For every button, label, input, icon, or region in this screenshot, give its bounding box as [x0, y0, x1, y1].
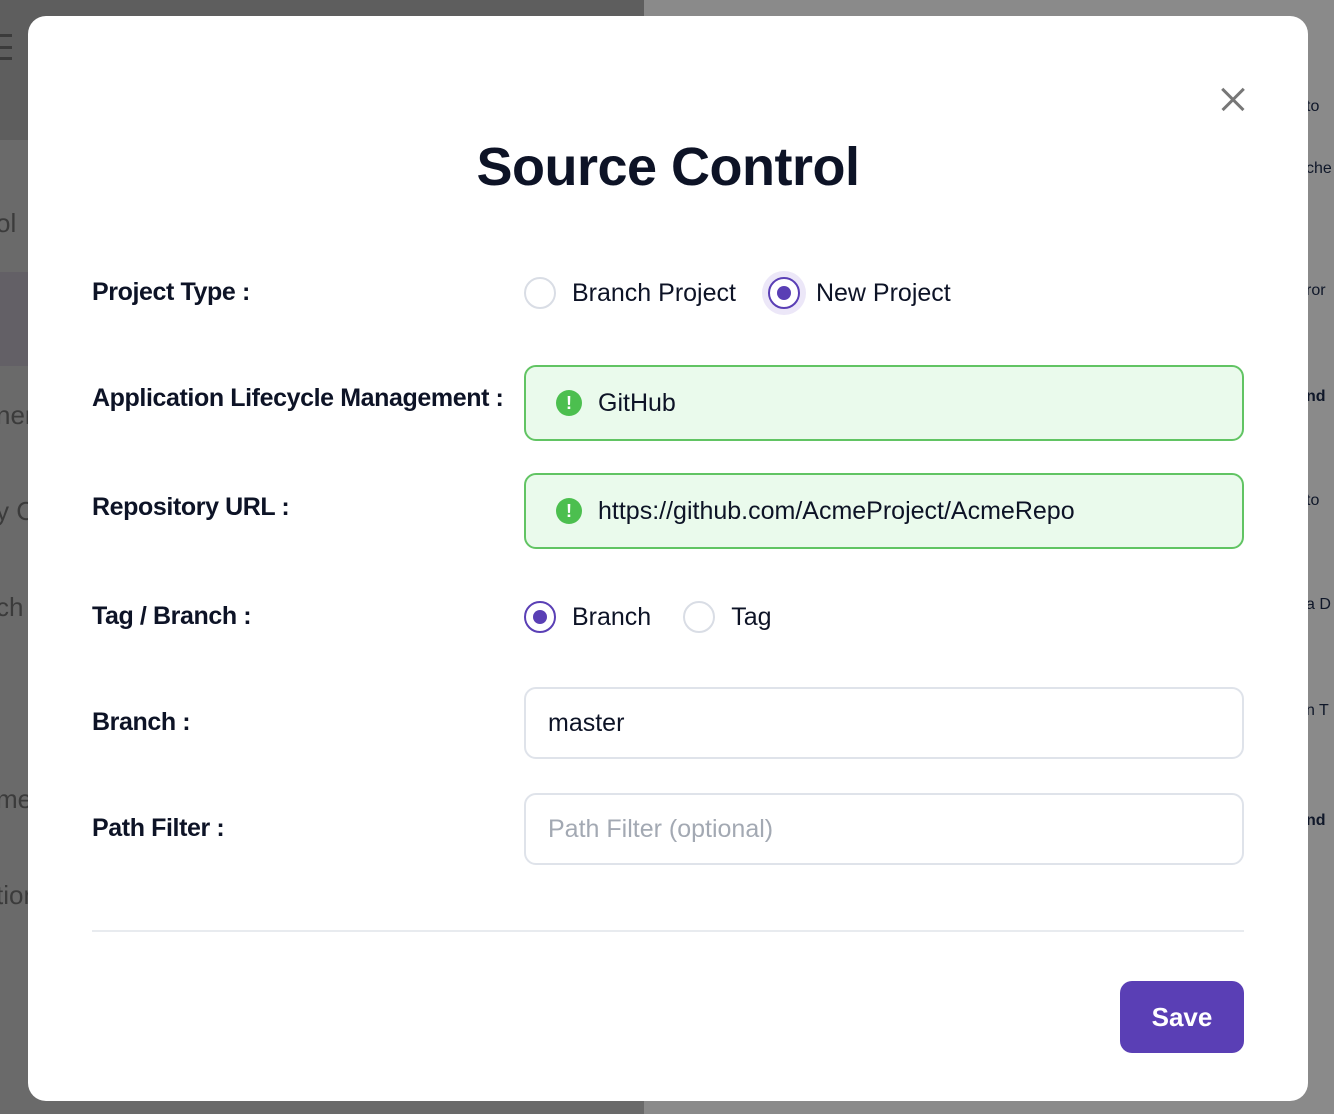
path-filter-field[interactable] [524, 793, 1244, 865]
alm-value: GitHub [598, 388, 676, 417]
background-text: ror [1306, 282, 1326, 299]
tag-branch-radio-group: Branch Tag [524, 601, 804, 633]
radio-button[interactable] [524, 601, 556, 633]
radio-new-project[interactable]: New Project [767, 277, 951, 309]
close-icon[interactable] [1216, 84, 1248, 116]
background-text: nd [1306, 812, 1326, 829]
background-text: che [1306, 160, 1332, 177]
radio-branch[interactable]: Branch [524, 601, 651, 633]
radio-button[interactable] [683, 601, 716, 633]
project-type-label: Project Type : [92, 278, 250, 306]
project-type-radio-group: Branch Project New Project [524, 277, 983, 309]
menu-icon [0, 34, 12, 60]
background-text: to [1306, 98, 1320, 115]
radio-button[interactable] [524, 277, 556, 309]
save-button[interactable]: Save [1120, 981, 1244, 1053]
valid-icon: ! [556, 498, 582, 524]
modal-title: Source Control [476, 137, 860, 197]
branch-label: Branch : [92, 708, 191, 736]
tag-branch-label: Tag / Branch : [92, 602, 252, 630]
radio-branch-project[interactable]: Branch Project [524, 277, 736, 309]
background-text: to [1306, 492, 1320, 509]
alm-label: Application Lifecycle Management : [92, 384, 504, 412]
repository-url-field[interactable]: ! https://github.com/AcmeProject/AcmeRep… [524, 473, 1244, 549]
path-filter-label: Path Filter : [92, 814, 225, 842]
radio-button[interactable] [767, 277, 800, 309]
radio-label: New Project [815, 278, 951, 307]
background-text: n T [1306, 702, 1329, 719]
radio-label: Branch Project [572, 278, 736, 307]
radio-label: Tag [731, 602, 772, 631]
path-filter-input[interactable] [548, 795, 1242, 863]
background-text: a D [1306, 596, 1331, 613]
background-text: nd [1306, 388, 1326, 405]
radio-tag[interactable]: Tag [683, 601, 772, 633]
alm-field[interactable]: ! GitHub [524, 365, 1244, 441]
source-control-modal: Source Control Project Type : Branch Pro… [28, 16, 1308, 1101]
radio-label: Branch [572, 602, 652, 631]
valid-icon: ! [556, 390, 582, 416]
background-text: ol [0, 208, 17, 238]
branch-field[interactable] [524, 687, 1244, 759]
repository-url-value: https://github.com/AcmeProject/AcmeRepo [598, 496, 1075, 525]
divider [92, 930, 1244, 932]
repository-url-label: Repository URL : [92, 493, 290, 521]
branch-input[interactable] [548, 689, 1242, 757]
